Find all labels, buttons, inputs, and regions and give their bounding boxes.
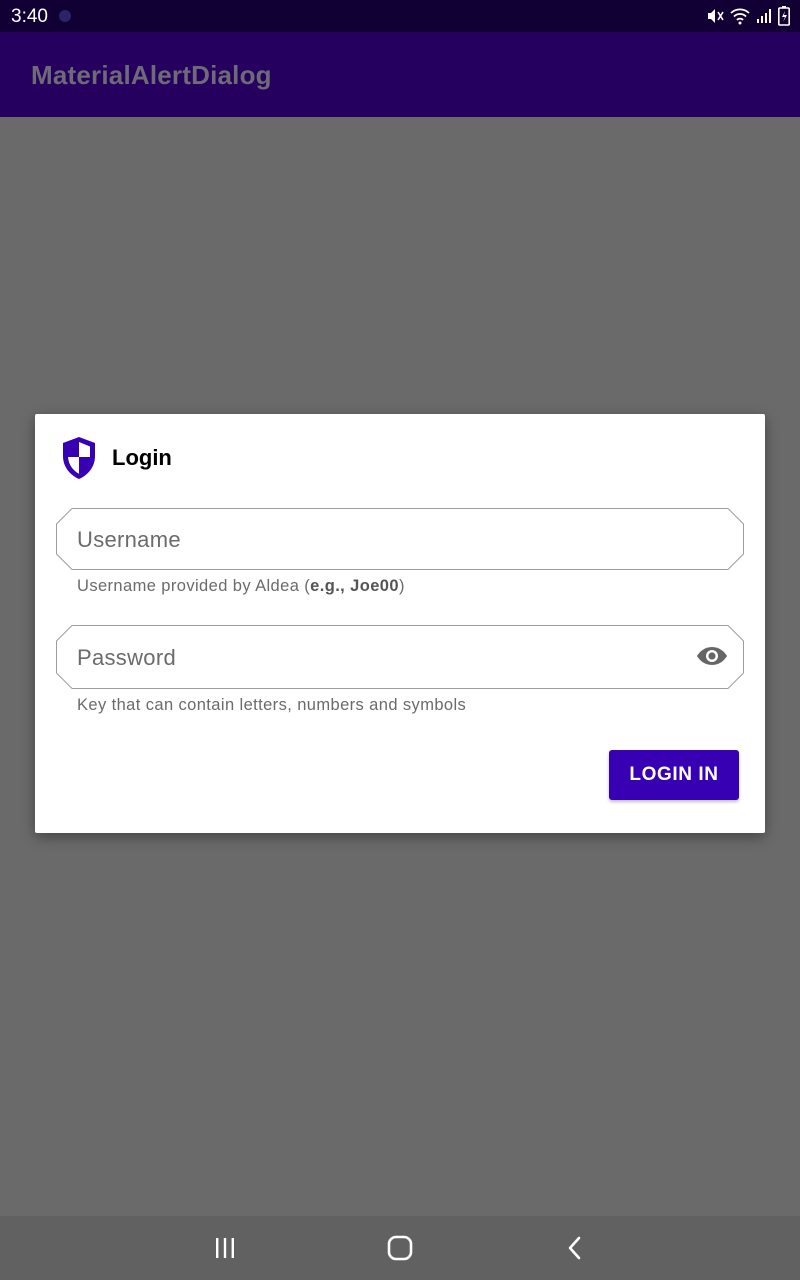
home-icon[interactable] — [382, 1234, 418, 1262]
login-dialog: Login Username Username provided by Alde… — [35, 414, 765, 833]
dialog-title: Login — [112, 445, 172, 470]
status-time: 3:40 — [11, 6, 48, 27]
username-field[interactable]: Username — [56, 508, 744, 570]
battery-icon — [778, 6, 790, 26]
username-helper-text: Username provided by Aldea (e.g., Joe00) — [77, 577, 405, 596]
username-placeholder: Username — [77, 527, 181, 552]
password-placeholder: Password — [77, 645, 176, 670]
username-helper-suffix: ) — [398, 577, 405, 595]
notification-dot-icon — [59, 10, 71, 22]
shield-icon — [63, 437, 95, 479]
app-bar: MaterialAlertDialog — [0, 32, 800, 117]
password-field[interactable]: Password — [56, 625, 744, 689]
status-icons — [706, 5, 790, 27]
username-helper-example: e.g., Joe00 — [310, 577, 399, 595]
mute-icon — [708, 9, 724, 23]
wifi-icon — [730, 8, 750, 25]
back-icon[interactable] — [557, 1234, 593, 1262]
login-button[interactable]: LOGIN IN — [609, 750, 739, 800]
username-helper-prefix: Username provided by Aldea ( — [77, 577, 311, 595]
status-bar: 3:40 — [0, 0, 800, 32]
recents-icon[interactable] — [207, 1234, 243, 1262]
eye-icon[interactable] — [696, 644, 728, 668]
signal-icon — [757, 9, 771, 23]
password-helper-text: Key that can contain letters, numbers an… — [77, 696, 467, 714]
app-title: MaterialAlertDialog — [31, 60, 272, 90]
nav-bar — [0, 1216, 800, 1280]
